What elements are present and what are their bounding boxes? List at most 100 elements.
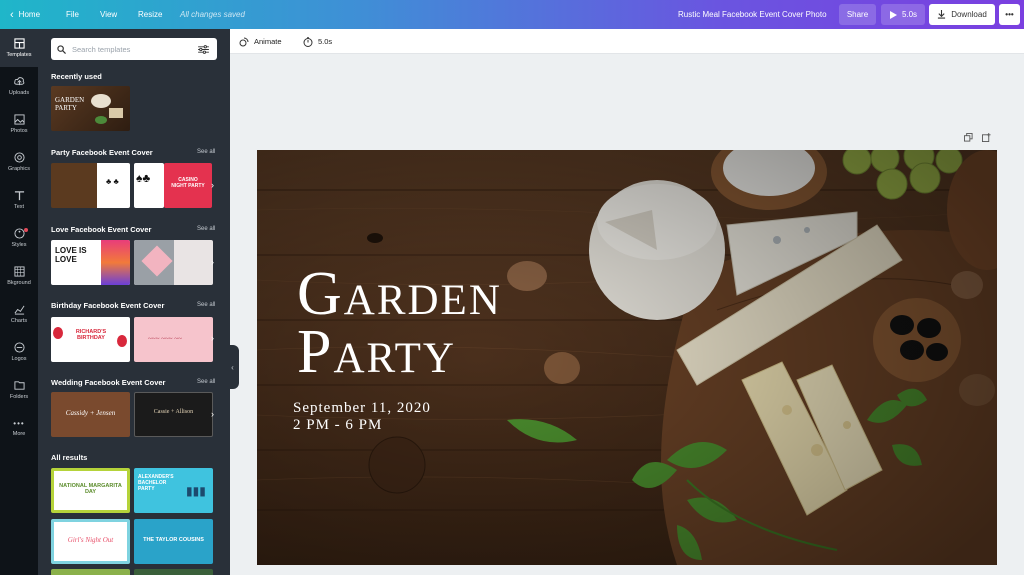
design-canvas[interactable]: Garden Party September 11, 2020 2 PM - 6… [257, 150, 997, 565]
section-title-love: Love Facebook Event Cover [51, 225, 152, 234]
rail-label: Uploads [8, 90, 30, 96]
text-icon [14, 191, 24, 201]
wedding-thumb-2[interactable]: Cassie + Allison [134, 392, 213, 437]
file-menu[interactable]: File [66, 0, 79, 29]
view-menu[interactable]: View [100, 0, 117, 29]
result-thumb-5[interactable] [51, 569, 130, 575]
search-input[interactable] [72, 44, 192, 54]
resize-menu[interactable]: Resize [138, 0, 162, 29]
bottles-icon: ▮▮▮ [186, 484, 206, 498]
play-button[interactable]: 5.0s [881, 4, 925, 25]
script-text-shape: ~~~ ~~~ ~~ [148, 335, 182, 343]
title-line-2[interactable]: Party [297, 321, 502, 383]
see-all-link[interactable]: See all [197, 379, 215, 385]
see-all-link[interactable]: See all [197, 302, 215, 308]
thumb-text: CASINO NIGHT PARTY [171, 177, 205, 189]
chevron-left-icon: ‹ [10, 8, 14, 21]
chevron-right-icon[interactable]: › [211, 180, 219, 190]
chevron-right-icon[interactable]: › [211, 257, 219, 267]
see-all-link[interactable]: See all [197, 149, 215, 155]
background-icon [13, 266, 25, 277]
rail-more[interactable]: ••• More [0, 409, 38, 447]
animate-label: Animate [254, 37, 282, 46]
thumb-text: LOVE IS LOVE [55, 246, 87, 264]
love-thumb-1[interactable]: LOVE IS LOVE [51, 240, 130, 285]
time-line[interactable]: 2 PM - 6 PM [293, 417, 431, 434]
timer-icon [303, 36, 313, 47]
thumb-text: RICHARD'S BIRTHDAY [75, 329, 107, 341]
notification-dot [24, 228, 28, 232]
upload-icon [13, 77, 24, 86]
resize-label: Resize [138, 10, 163, 19]
result-thumb-3[interactable]: Girl's Night Out [51, 519, 130, 564]
ellipsis-icon: ••• [1005, 10, 1014, 19]
wedding-thumb-1[interactable]: Cassidy + Jensen [51, 392, 130, 437]
thumb-text: Girl's Night Out [67, 536, 114, 544]
party-thumb-1[interactable]: ♣ ♣ [51, 163, 130, 208]
result-thumb-2[interactable]: ALEXANDER'S BACHELOR PARTY ▮▮▮ [134, 468, 213, 513]
duration-button[interactable]: 5.0s [303, 29, 332, 54]
design-date[interactable]: September 11, 2020 2 PM - 6 PM [293, 400, 431, 434]
balloon-shape [117, 335, 127, 347]
download-button[interactable]: Download [929, 4, 995, 25]
rail-uploads[interactable]: Uploads [0, 67, 38, 105]
birthday-thumb-1[interactable]: RICHARD'S BIRTHDAY [51, 317, 130, 362]
file-label: File [66, 10, 79, 19]
share-button[interactable]: Share [839, 4, 876, 25]
rail-text[interactable]: Text [0, 181, 38, 219]
rail-background[interactable]: Bkground [0, 257, 38, 295]
rail-logos[interactable]: Logos [0, 333, 38, 371]
rail-label: Graphics [7, 166, 30, 172]
animate-button[interactable]: Animate [239, 29, 282, 54]
rail-label: Folders [9, 394, 29, 400]
thumb-text: GARDEN PARTY [55, 96, 85, 112]
rail-styles[interactable]: Styles [0, 219, 38, 257]
page-actions [964, 133, 991, 142]
search-bar[interactable] [51, 38, 217, 60]
rail-label: Styles [11, 242, 27, 248]
play-icon [889, 10, 897, 19]
recent-template-thumb[interactable]: GARDEN PARTY [51, 86, 130, 131]
result-thumb-1[interactable]: NATIONAL MARGARITA DAY [51, 468, 130, 513]
collapse-panel-handle[interactable]: ‹ [226, 345, 239, 389]
date-line[interactable]: September 11, 2020 [293, 400, 431, 417]
view-label: View [100, 10, 118, 19]
section-title-party: Party Facebook Event Cover [51, 148, 153, 157]
result-thumb-4[interactable]: THE TAYLOR COUSINS [134, 519, 213, 564]
filter-icon[interactable] [198, 44, 209, 54]
photo-icon [13, 114, 25, 125]
rail-label: Logos [11, 356, 27, 362]
chart-icon [14, 305, 24, 315]
rail-label: More [12, 431, 26, 437]
rail-photos[interactable]: Photos [0, 105, 38, 143]
add-page-icon[interactable] [982, 133, 991, 142]
birthday-thumb-2[interactable]: ~~~ ~~~ ~~ [134, 317, 213, 362]
party-thumb-2[interactable]: ♠♣ [134, 163, 164, 208]
rail-label: Charts [10, 318, 28, 324]
thumb-text: Cassie + Allison [153, 409, 194, 415]
party-thumb-3[interactable]: CASINO NIGHT PARTY [164, 163, 212, 208]
save-status: All changes saved [180, 0, 245, 29]
title-line-1[interactable]: Garden [297, 263, 502, 325]
duplicate-page-icon[interactable] [964, 133, 973, 142]
chevron-left-icon: ‹ [231, 362, 234, 372]
thumb-text: ALEXANDER'S BACHELOR PARTY [138, 474, 174, 492]
download-label: Download [951, 10, 987, 19]
rail-charts[interactable]: Charts [0, 295, 38, 333]
templates-icon [13, 38, 25, 49]
more-options-button[interactable]: ••• [999, 4, 1020, 25]
design-title[interactable]: Garden Party [297, 263, 502, 383]
play-duration: 5.0s [901, 10, 918, 19]
rail-folders[interactable]: Folders [0, 371, 38, 409]
home-button[interactable]: ‹ Home [10, 0, 40, 29]
love-thumb-2[interactable] [134, 240, 213, 285]
chevron-right-icon[interactable]: › [211, 333, 219, 343]
rail-templates[interactable]: Templates [0, 29, 38, 67]
document-title[interactable]: Rustic Meal Facebook Event Cover Photo [678, 0, 827, 29]
see-all-link[interactable]: See all [197, 226, 215, 232]
share-label: Share [846, 10, 869, 19]
result-thumb-6[interactable] [134, 569, 213, 575]
rail-graphics[interactable]: Graphics [0, 143, 38, 181]
chevron-right-icon[interactable]: › [211, 409, 219, 419]
save-status-text: All changes saved [180, 10, 245, 19]
